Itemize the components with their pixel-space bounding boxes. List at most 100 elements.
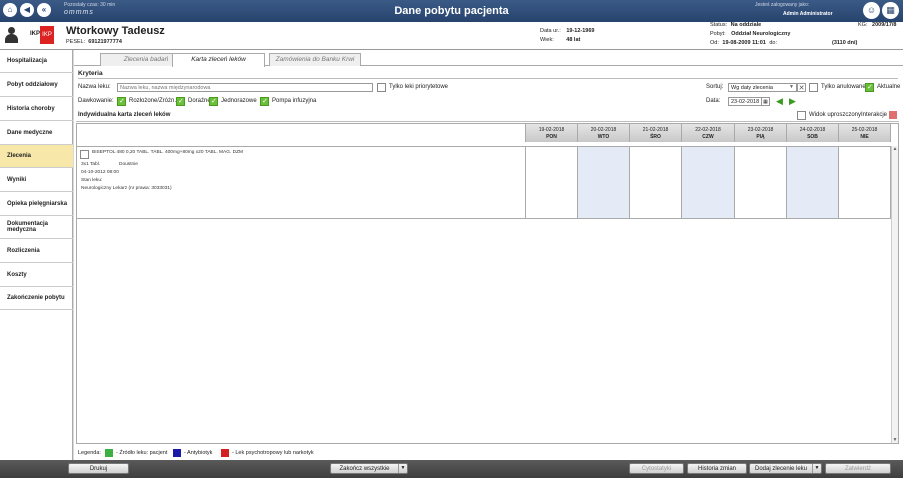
dosing-pompa-checkbox[interactable]	[260, 97, 269, 106]
cancelled-only-label: Tylko anulowane	[821, 84, 866, 90]
sidebar-item-historia-choroby[interactable]: Historia choroby	[0, 97, 73, 121]
sidebar-item-pobyt-oddzialowy[interactable]: Pobyt oddziałowy	[0, 73, 73, 97]
simplified-view-checkbox[interactable]	[797, 111, 806, 120]
card-divider	[76, 121, 899, 122]
sidebar-item-koszty[interactable]: Koszty	[0, 263, 73, 287]
print-button[interactable]: Drukuj	[68, 463, 129, 474]
previous-day-icon[interactable]: ◀	[775, 97, 784, 106]
drug-card-title: Indywidualna karta zleceń leków	[78, 112, 171, 118]
day-header-tue: 20-02-2018 WTO	[577, 124, 629, 142]
patient-kg: KG: 2009/17/8	[858, 22, 897, 28]
day-header-sat: 24-02-2018 SOB	[786, 124, 838, 142]
ikp-document-icon[interactable]: IKP	[40, 26, 54, 44]
day-header-thu: 22-02-2018 CZW	[681, 124, 734, 142]
patient-pesel: PESEL: 69121977774	[66, 39, 122, 45]
add-order-button[interactable]: Dodaj zlecenie leku ▼	[749, 463, 822, 474]
chevron-down-icon[interactable]: ▼	[787, 83, 796, 92]
drug-dose: 3x1 Tabl.	[81, 162, 101, 167]
date-label: Data:	[706, 98, 721, 104]
sidebar: Hospitalizacja Pobyt oddziałowy Historia…	[0, 50, 73, 460]
legend-psychotropic: - Lek psychotropowy lub narkotyk	[232, 450, 314, 456]
day-cell-tue[interactable]	[577, 147, 629, 218]
table-row[interactable]: BISEPTOL 480 0,20 TABL. TABL. 400mg+80mg…	[77, 146, 898, 219]
day-cell-sat[interactable]	[786, 147, 838, 218]
patient-stay-dates: Od: 19-08-2009 11:01 do:	[710, 40, 778, 46]
patient-name: Wtorkowy Tadeusz	[66, 25, 165, 37]
apps-grid-icon[interactable]: ▦	[882, 2, 899, 19]
sidebar-item-wyniki[interactable]: Wyniki	[0, 168, 73, 192]
dosing-rozlozone-checkbox[interactable]	[117, 97, 126, 106]
drug-name-input[interactable]	[117, 83, 373, 92]
criteria-divider	[78, 78, 898, 79]
next-day-icon[interactable]: ▶	[788, 97, 797, 106]
finish-all-button[interactable]: Zakończ wszystkie ▼	[330, 463, 408, 474]
chevron-down-icon[interactable]: ▼	[398, 464, 407, 473]
sidebar-item-rozliczenia[interactable]: Rozliczenia	[0, 239, 73, 263]
tab-karta-zlecen-lekow[interactable]: Karta zleceń leków	[172, 53, 265, 67]
patient-header: IKP IKP Wtorkowy Tadeusz PESEL: 691219777…	[0, 22, 903, 50]
sidebar-item-opieka-pielegniarska[interactable]: Opieka pielęgniarska	[0, 192, 73, 216]
dosing-jednorazowe-label: Jednorazowe	[221, 98, 257, 104]
ikp-label: IKP	[30, 31, 41, 37]
patient-days: (3110 dni)	[832, 40, 858, 46]
dosing-pompa-label: Pompa infuzyjna	[272, 98, 317, 104]
legend-antibiotic: - Antybiotyk	[184, 450, 213, 456]
legend-swatch-patient	[105, 449, 113, 457]
dosing-dorazne-label: Doraźne	[188, 98, 211, 104]
current-label: Aktualne	[877, 84, 901, 90]
sidebar-item-dokumentacja-medyczna[interactable]: Dokumentacja medyczna	[0, 216, 73, 239]
day-cell-mon[interactable]	[525, 147, 577, 218]
cytostatics-button[interactable]: Cytostatyki	[629, 463, 684, 474]
drug-stock: Stan leku:	[81, 178, 103, 183]
legend-label: Legenda:	[78, 450, 101, 456]
user-icon[interactable]: ☺	[863, 2, 880, 19]
day-cell-fri[interactable]	[734, 147, 786, 218]
day-header-fri: 23-02-2018 PIĄ	[734, 124, 786, 142]
grid-scrollbar[interactable]: ▲ ▼	[891, 146, 898, 443]
priority-only-label: Tylko leki priorytetowe	[389, 84, 449, 90]
drug-name-label: Nazwa leku:	[78, 84, 111, 90]
interactions-color-swatch	[889, 111, 897, 119]
dosing-jednorazowe-checkbox[interactable]	[209, 97, 218, 106]
bottom-toolbar: Drukuj Zakończ wszystkie ▼ Cytostatyki H…	[0, 460, 903, 478]
chevron-down-icon[interactable]: ▼	[812, 464, 821, 473]
logged-user: Admin Administrator	[783, 11, 833, 17]
criteria-title: Kryteria	[78, 70, 103, 77]
drug-route: Doustnie	[119, 162, 138, 167]
top-bar: ⌂ ◀ « Pozostały czas: 30 min ommms Dane …	[0, 0, 903, 22]
scroll-down-icon[interactable]: ▼	[892, 437, 898, 443]
tab-zamowienia-bank-krwi[interactable]: Zamówienia do Banku Krwi	[269, 53, 361, 66]
sidebar-item-dane-medyczne[interactable]: Dane medyczne	[0, 121, 73, 145]
sort-label: Sortuj:	[706, 84, 724, 90]
current-checkbox[interactable]	[865, 83, 874, 92]
sidebar-item-zlecenia[interactable]: Zlecenia	[0, 145, 73, 168]
dosing-rozlozone-label: Rozłożone/Zróżn.	[129, 98, 177, 104]
clear-icon[interactable]: ✕	[797, 83, 806, 92]
drug-order-grid: 19-02-2018 PON 20-02-2018 WTO 21-02-2018 ŚR…	[76, 123, 899, 444]
day-cell-sun[interactable]	[838, 147, 891, 218]
drug-order-date: 04-10-2012 08:00	[81, 170, 119, 175]
legend-swatch-antibiotic	[173, 449, 181, 457]
drug-row-checkbox[interactable]	[80, 150, 89, 159]
sidebar-item-zakonczenie-pobytu[interactable]: Zakończenie pobytu	[0, 287, 73, 310]
day-cell-wed[interactable]	[629, 147, 681, 218]
cancelled-only-checkbox[interactable]	[809, 83, 818, 92]
calendar-icon[interactable]: ▦	[761, 97, 770, 106]
scroll-up-icon[interactable]: ▲	[892, 146, 898, 152]
patient-status: Status: Na oddziale	[710, 22, 762, 28]
legend-patient-source: - Źródło leku: pacjent	[116, 450, 168, 456]
approve-button[interactable]: Zatwierdź	[825, 463, 891, 474]
priority-only-checkbox[interactable]	[377, 83, 386, 92]
drug-doctor: Neurologiczny Lekarz (nr prawa: 3033031)	[81, 186, 172, 191]
legend-swatch-psychotropic	[221, 449, 229, 457]
tab-bar: Zlecenia badań Karta zleceń leków Zamówi…	[74, 50, 903, 67]
logged-label: Jesteś zalogowany jako:	[755, 2, 810, 8]
drug-name: BISEPTOL 480 0,20 TABL. TABL. 400mg+80mg…	[92, 150, 244, 155]
day-cell-thu[interactable]	[681, 147, 734, 218]
sidebar-item-hospitalizacja[interactable]: Hospitalizacja	[0, 50, 73, 73]
history-button[interactable]: Historia zmian	[687, 463, 747, 474]
patient-stay: Pobyt: Oddział Neurologiczny	[710, 31, 791, 37]
main-panel: Zlecenia badań Karta zleceń leków Zamówi…	[74, 50, 903, 460]
dosing-dorazne-checkbox[interactable]	[176, 97, 185, 106]
day-header-mon: 19-02-2018 PON	[525, 124, 577, 142]
